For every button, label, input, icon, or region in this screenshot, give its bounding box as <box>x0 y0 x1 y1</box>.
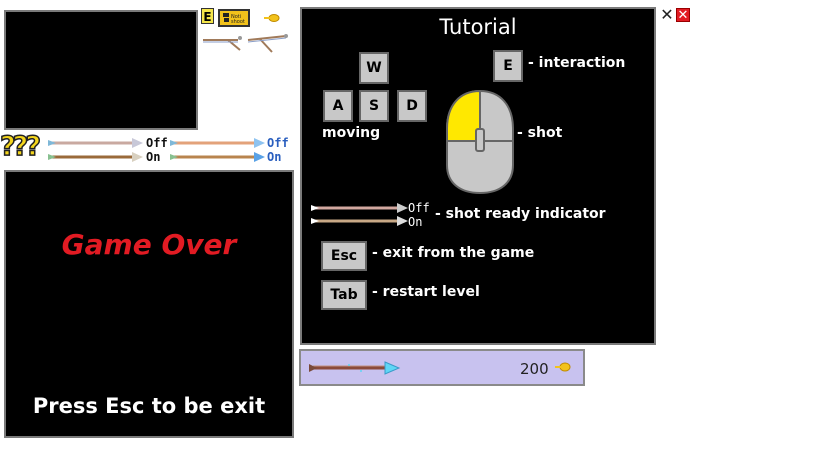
coin-sprite-icon <box>264 14 280 22</box>
shot-label: - shot <box>517 125 563 141</box>
hud-bar: 200 <box>299 349 585 386</box>
interaction-label: - interaction <box>528 55 626 71</box>
indicator-off-label-right: Off <box>267 136 289 150</box>
question-marks-sprite: ??? <box>0 130 42 163</box>
key-esc: Esc <box>321 241 367 271</box>
esc-label: - exit from the game <box>372 245 535 261</box>
game-over-panel: Game Over Press Esc to be exit <box>4 170 294 438</box>
tutorial-panel: Tutorial W A S D moving E - interaction … <box>300 7 656 345</box>
key-d: D <box>397 90 427 122</box>
close-button[interactable]: ✕ <box>676 8 690 23</box>
indicator-on-label-left: On <box>146 150 161 164</box>
key-a: A <box>323 90 353 122</box>
key-e-sprite: E <box>201 8 214 24</box>
close-icon[interactable]: ✕ <box>660 7 674 23</box>
shot-ready-indicator-icon <box>311 203 408 226</box>
key-w: W <box>359 52 389 84</box>
tab-label: - restart level <box>372 284 480 300</box>
indicator-on-label: On <box>408 215 423 229</box>
key-s: S <box>359 90 389 122</box>
shot-ready-indicator-label: - shot ready indicator <box>435 206 606 222</box>
key-e: E <box>493 50 523 82</box>
coin-icon <box>555 362 571 372</box>
level-preview <box>4 10 198 130</box>
score-value: 200 <box>520 360 549 378</box>
svg-text:shoot: shoot <box>231 19 245 25</box>
indicator-off-label-left: Off <box>146 136 168 150</box>
mouse-icon <box>446 89 514 195</box>
indicator-on-label-right: On <box>267 150 282 164</box>
tutorial-title: Tutorial <box>439 15 517 39</box>
game-over-title: Game Over <box>61 228 237 261</box>
moving-label: moving <box>322 125 381 141</box>
game-over-hint: Press Esc to be exit <box>32 394 266 418</box>
arrow-hud-icon <box>309 361 401 375</box>
notification-sprite: Noti shoot <box>218 9 250 27</box>
arrow-indicator-left-icon <box>48 138 143 162</box>
arrow-indicator-right-icon <box>170 138 265 162</box>
key-tab: Tab <box>321 280 367 310</box>
broken-arrow-sprites <box>203 34 288 53</box>
indicator-off-label: Off <box>408 201 430 215</box>
